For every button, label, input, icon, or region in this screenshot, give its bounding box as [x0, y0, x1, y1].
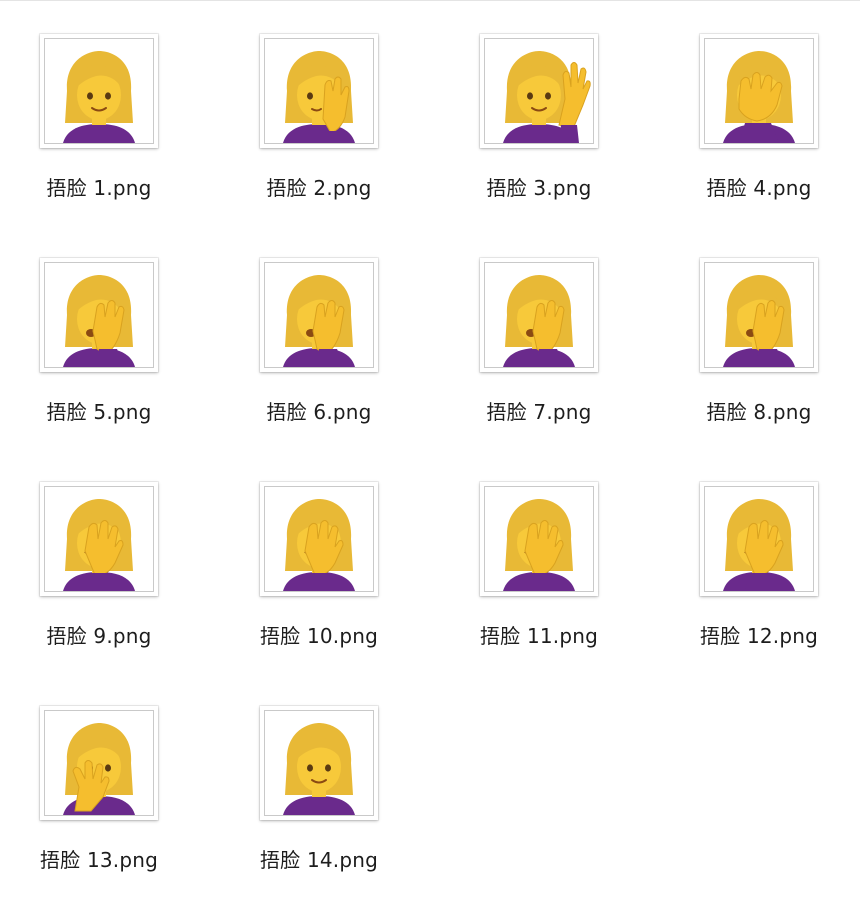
file-name-label[interactable]: 捂脸 4.png [660, 172, 858, 201]
emoji-image [704, 486, 814, 592]
emoji-image [44, 262, 154, 368]
file-name-label[interactable]: 捂脸 5.png [0, 396, 198, 425]
emoji-image [264, 486, 374, 592]
file-item[interactable]: 捂脸 1.png [0, 0, 220, 224]
file-thumbnail[interactable] [700, 482, 818, 596]
file-thumbnail[interactable] [40, 258, 158, 372]
file-name-label[interactable]: 捂脸 9.png [0, 620, 198, 649]
emoji-image [264, 710, 374, 816]
file-name-label[interactable]: 捂脸 1.png [0, 172, 198, 201]
emoji-image [44, 710, 154, 816]
file-item[interactable]: 捂脸 7.png [440, 224, 660, 448]
file-item[interactable]: 捂脸 11.png [440, 448, 660, 672]
file-name-label[interactable]: 捂脸 11.png [440, 620, 638, 649]
file-item[interactable]: 捂脸 9.png [0, 448, 220, 672]
file-item[interactable]: 捂脸 2.png [220, 0, 440, 224]
file-item[interactable]: 捂脸 8.png [660, 224, 860, 448]
emoji-image [484, 262, 594, 368]
file-thumbnail[interactable] [700, 34, 818, 148]
file-thumbnail[interactable] [260, 482, 378, 596]
file-item[interactable]: 捂脸 12.png [660, 448, 860, 672]
file-item[interactable]: 捂脸 6.png [220, 224, 440, 448]
file-name-label[interactable]: 捂脸 3.png [440, 172, 638, 201]
file-item[interactable]: 捂脸 10.png [220, 448, 440, 672]
file-thumbnail[interactable] [40, 34, 158, 148]
file-name-label[interactable]: 捂脸 14.png [220, 844, 418, 873]
file-name-label[interactable]: 捂脸 2.png [220, 172, 418, 201]
file-item[interactable]: 捂脸 13.png [0, 672, 220, 896]
file-thumbnail[interactable] [260, 34, 378, 148]
emoji-image [264, 38, 374, 144]
emoji-image [484, 38, 594, 144]
emoji-image [484, 486, 594, 592]
file-thumbnail[interactable] [40, 482, 158, 596]
file-thumbnail[interactable] [480, 258, 598, 372]
file-item[interactable]: 捂脸 14.png [220, 672, 440, 896]
file-name-label[interactable]: 捂脸 12.png [660, 620, 858, 649]
file-item[interactable]: 捂脸 4.png [660, 0, 860, 224]
file-thumbnail[interactable] [480, 34, 598, 148]
file-name-label[interactable]: 捂脸 6.png [220, 396, 418, 425]
emoji-image [704, 262, 814, 368]
file-thumbnail[interactable] [260, 258, 378, 372]
emoji-image [44, 486, 154, 592]
file-item[interactable]: 捂脸 3.png [440, 0, 660, 224]
file-name-label[interactable]: 捂脸 7.png [440, 396, 638, 425]
file-item[interactable]: 捂脸 5.png [0, 224, 220, 448]
file-icon-grid: 捂脸 1.png 捂脸 2.png 捂脸 3.png 捂脸 4.png 捂脸 5.png… [0, 0, 860, 916]
file-thumbnail[interactable] [480, 482, 598, 596]
emoji-image [264, 262, 374, 368]
emoji-image [704, 38, 814, 144]
file-thumbnail[interactable] [260, 706, 378, 820]
file-name-label[interactable]: 捂脸 13.png [0, 844, 198, 873]
file-name-label[interactable]: 捂脸 8.png [660, 396, 858, 425]
emoji-image [44, 38, 154, 144]
file-thumbnail[interactable] [40, 706, 158, 820]
file-thumbnail[interactable] [700, 258, 818, 372]
file-name-label[interactable]: 捂脸 10.png [220, 620, 418, 649]
